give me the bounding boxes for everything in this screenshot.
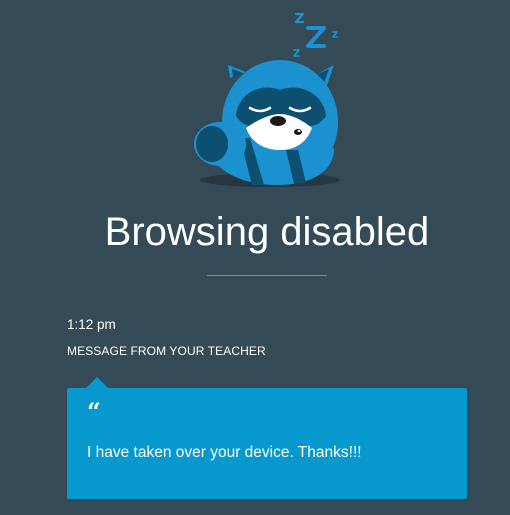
quote-icon: “: [87, 397, 101, 426]
divider: [207, 275, 327, 276]
message-heading: MESSAGE FROM YOUR TEACHER: [67, 344, 266, 358]
page-title: Browsing disabled: [104, 210, 430, 254]
sleep-z-icon: [293, 12, 338, 57]
teacher-message-text: I have taken over your device. Thanks!!!: [87, 444, 362, 461]
message-timestamp: 1:12 pm: [67, 317, 116, 332]
nose: [270, 116, 286, 126]
bubble-pointer: [86, 377, 108, 388]
sleeping-raccoon-icon: [190, 10, 350, 190]
teacher-message-bubble: “ I have taken over your device. Thanks!…: [67, 388, 467, 499]
